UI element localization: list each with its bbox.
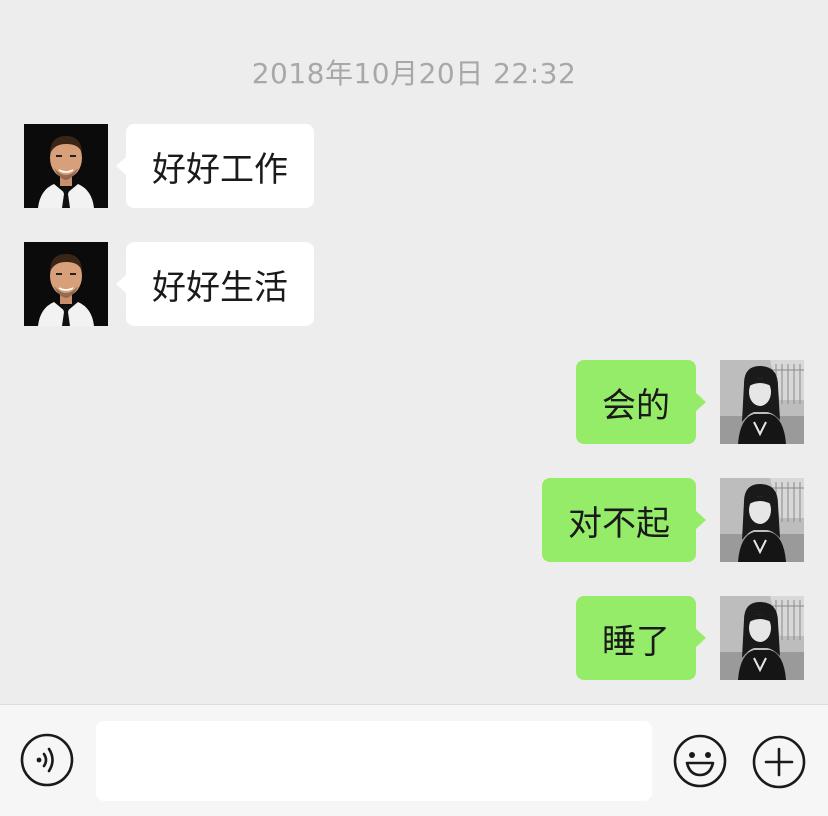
message-text: 会的 xyxy=(602,385,670,426)
message-bubble[interactable]: 好好生活 xyxy=(116,242,314,326)
message-bubble[interactable]: 睡了 xyxy=(576,596,706,680)
avatar[interactable] xyxy=(720,478,804,562)
message-row: 好好工作 xyxy=(0,124,828,208)
message-text: 对不起 xyxy=(568,503,670,544)
avatar[interactable] xyxy=(24,242,108,326)
input-bar xyxy=(0,704,828,816)
avatar[interactable] xyxy=(720,596,804,680)
message-text: 好好生活 xyxy=(152,267,288,308)
message-row: 睡了 xyxy=(0,596,828,680)
avatar[interactable] xyxy=(24,124,108,208)
message-bubble[interactable]: 对不起 xyxy=(542,478,706,562)
chat-area: 2018年10月20日 22:32 好好工作 好好生活 会的 对不起 睡了 xyxy=(0,0,828,704)
message-row: 对不起 xyxy=(0,478,828,562)
avatar[interactable] xyxy=(720,360,804,444)
chat-timestamp: 2018年10月20日 22:32 xyxy=(251,57,577,90)
more-button[interactable] xyxy=(752,735,806,789)
message-text: 睡了 xyxy=(602,621,670,662)
voice-icon xyxy=(20,733,74,787)
message-input[interactable] xyxy=(96,721,652,801)
message-row: 好好生活 xyxy=(0,242,828,326)
emoji-button[interactable] xyxy=(672,733,728,789)
message-bubble[interactable]: 会的 xyxy=(576,360,706,444)
emoji-icon xyxy=(673,734,727,788)
plus-icon xyxy=(752,735,806,789)
voice-button[interactable] xyxy=(20,733,74,787)
message-bubble[interactable]: 好好工作 xyxy=(116,124,314,208)
message-row: 会的 xyxy=(0,360,828,444)
message-text: 好好工作 xyxy=(152,149,288,190)
